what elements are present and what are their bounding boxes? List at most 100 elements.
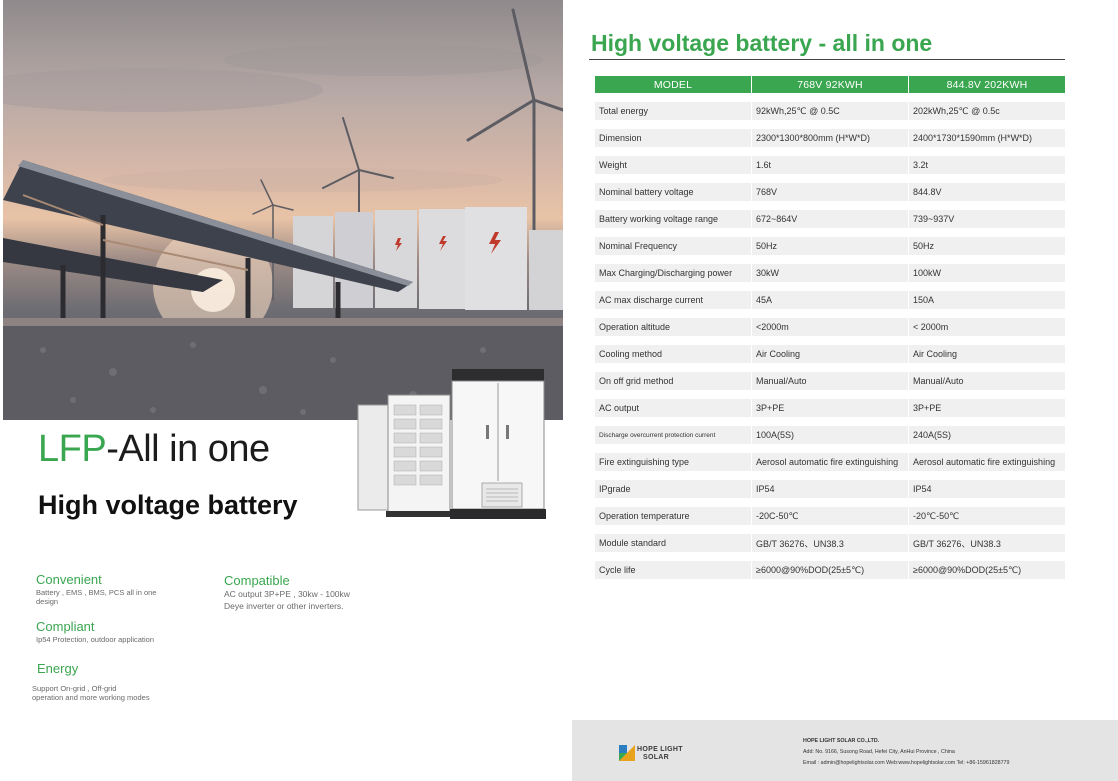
feature-compatible: Compatible AC output 3P+PE , 30kw - 100k… — [224, 573, 394, 612]
spec-label: Max Charging/Discharging power — [595, 264, 751, 282]
table-row: Max Charging/Discharging power 30kW 100kW — [595, 264, 1065, 282]
table-row: Total energy 92kWh,25℃ @ 0.5C 202kWh,25℃ @… — [595, 102, 1065, 120]
spec-label: IPgrade — [595, 480, 751, 498]
spec-label: Weight — [595, 156, 751, 174]
spec-value: 100A(5S) — [751, 426, 908, 444]
hero-solar-farm-photo — [3, 0, 563, 420]
spec-label: On off grid method — [595, 372, 751, 390]
feature-description: Battery , EMS , BMS, PCS all in one desi… — [36, 588, 157, 606]
spec-value: IP54 — [751, 480, 908, 498]
spec-value: 150A — [908, 291, 1065, 309]
feature-description: Ip54 Protection, outdoor application — [36, 635, 154, 644]
table-row: Operation altitude <2000m < 2000m — [595, 318, 1065, 336]
logo-text-line1: HOPE LIGHT — [637, 746, 683, 753]
table-row: Dimension 2300*1300*800mm (H*W*D) 2400*173… — [595, 129, 1065, 147]
header-model-768v: 768V 92KWH — [751, 76, 908, 93]
spec-value: 92kWh,25℃ @ 0.5C — [751, 102, 908, 120]
lfp-title-accent: LFP — [38, 428, 107, 470]
spec-label: Operation temperature — [595, 507, 751, 525]
table-row: Fire extinguishing type Aerosol automatic… — [595, 453, 1065, 471]
spec-value: Manual/Auto — [908, 372, 1065, 390]
spec-table-header-row: MODEL 768V 92KWH 844.8V 202KWH — [595, 76, 1065, 93]
spec-value: 1.6t — [751, 156, 908, 174]
spec-label: Module standard — [595, 534, 751, 552]
spec-page-heading: High voltage battery - all in one — [591, 30, 933, 56]
spec-value: Aerosol automatic fire extinguishing — [751, 453, 908, 471]
heading-divider — [589, 59, 1065, 60]
spec-value: GB/T 36276、UN38.3 — [908, 534, 1065, 552]
logo-mark-icon — [619, 745, 635, 761]
company-logo: HOPE LIGHT SOLAR — [619, 744, 689, 764]
spec-label: Cycle life — [595, 561, 751, 579]
high-voltage-subtitle: High voltage battery — [38, 490, 298, 520]
feature-title: Compatible — [224, 573, 290, 588]
spec-label: Fire extinguishing type — [595, 453, 751, 471]
feature-description-line2: Deye inverter or other inverters. — [224, 601, 344, 611]
spec-value: 50Hz — [751, 237, 908, 255]
table-row: IPgrade IP54 IP54 — [595, 480, 1065, 498]
spec-value: 30kW — [751, 264, 908, 282]
spec-value: 2400*1730*1590mm (H*W*D) — [908, 129, 1065, 147]
spec-value: Air Cooling — [751, 345, 908, 363]
spec-value: 768V — [751, 183, 908, 201]
spec-value: -20C-50℃ — [751, 507, 908, 525]
table-row: Cycle life ≥6000@90%DOD(25±5℃) ≥6000@90%DO… — [595, 561, 1065, 579]
table-row: Weight 1.6t 3.2t — [595, 156, 1065, 174]
table-row: AC output 3P+PE 3P+PE — [595, 399, 1065, 417]
spec-value: 844.8V — [908, 183, 1065, 201]
spec-label: AC output — [595, 399, 751, 417]
company-info: HOPE LIGHT SOLAR CO.,LTD. Add: No. 9166,… — [803, 736, 1009, 769]
spec-value: 100kW — [908, 264, 1065, 282]
feature-title: Energy — [37, 661, 79, 676]
spec-value: 202kWh,25℃ @ 0.5c — [908, 102, 1065, 120]
footer-band: HOPE LIGHT SOLAR HOPE LIGHT SOLAR CO.,LT… — [572, 720, 1118, 781]
feature-compliant: Compliant Ip54 Protection, outdoor appli… — [36, 619, 206, 644]
table-row: Module standard GB/T 36276、UN38.3 GB/T 362… — [595, 534, 1065, 552]
spec-value: Air Cooling — [908, 345, 1065, 363]
spec-value: 672~864V — [751, 210, 908, 228]
spec-value: 50Hz — [908, 237, 1065, 255]
spec-label: Operation altitude — [595, 318, 751, 336]
logo-text-line2: SOLAR — [643, 754, 669, 761]
table-row: On off grid method Manual/Auto Manual/Auto — [595, 372, 1065, 390]
spec-label: Dimension — [595, 129, 751, 147]
table-row: Cooling method Air Cooling Air Cooling — [595, 345, 1065, 363]
spec-value: Manual/Auto — [751, 372, 908, 390]
header-model: MODEL — [595, 76, 751, 93]
feature-description-line1: Support On-grid , Off-grid — [32, 684, 117, 693]
spec-value: GB/T 36276、UN38.3 — [751, 534, 908, 552]
solar-farm-illustration — [3, 8, 563, 420]
feature-convenient: Convenient Battery , EMS , BMS, PCS all … — [36, 572, 166, 606]
spec-value: < 2000m — [908, 318, 1065, 336]
company-address: Add: No. 9166, Susong Road, Hefei City, … — [803, 749, 955, 755]
spec-value: 240A(5S) — [908, 426, 1065, 444]
spec-label: Discharge overcurrent protection current — [595, 426, 751, 444]
table-row: Battery working voltage range 672~864V 739… — [595, 210, 1065, 228]
company-name: HOPE LIGHT SOLAR CO.,LTD. — [803, 738, 880, 744]
feature-description-line2: operation and more working modes — [32, 693, 150, 702]
spec-value: 739~937V — [908, 210, 1065, 228]
spec-value: ≥6000@90%DOD(25±5℃) — [751, 561, 908, 579]
battery-cabinet-illustration — [357, 369, 546, 519]
spec-label: Battery working voltage range — [595, 210, 751, 228]
spec-label: Nominal Frequency — [595, 237, 751, 255]
lfp-title: LFP-All in one — [38, 428, 270, 471]
table-row: Nominal battery voltage 768V 844.8V — [595, 183, 1065, 201]
left-page: LFP-All in one High voltage battery Conv… — [0, 0, 565, 781]
spec-value: 2300*1300*800mm (H*W*D) — [751, 129, 908, 147]
feature-title: Compliant — [36, 619, 95, 634]
feature-energy: Energy Support On-grid , Off-grid operat… — [32, 661, 182, 702]
spec-value: 45A — [751, 291, 908, 309]
spec-label: Cooling method — [595, 345, 751, 363]
spec-value: ≥6000@90%DOD(25±5℃) — [908, 561, 1065, 579]
table-row: Operation temperature -20C-50℃ -20℃-50℃ — [595, 507, 1065, 525]
feature-title: Convenient — [36, 572, 102, 587]
spec-table: MODEL 768V 92KWH 844.8V 202KWH Total ene… — [595, 67, 1065, 588]
spec-value: 3.2t — [908, 156, 1065, 174]
company-contact: Email : admin@hopelightsolar.com Web:www… — [803, 760, 1010, 766]
spec-label: Total energy — [595, 102, 751, 120]
spec-label: Nominal battery voltage — [595, 183, 751, 201]
spec-value: -20℃-50℃ — [908, 507, 1065, 525]
right-page: High voltage battery - all in one MODEL … — [565, 0, 1118, 781]
table-row: Nominal Frequency 50Hz 50Hz — [595, 237, 1065, 255]
